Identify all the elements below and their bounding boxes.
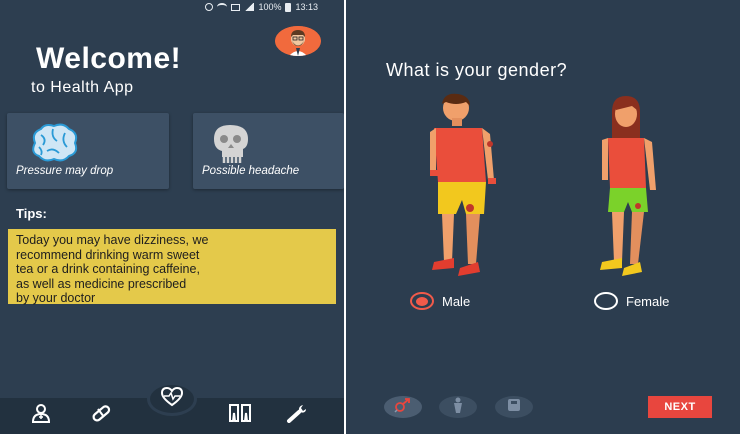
tip-line: by your doctor [16,291,96,305]
heart-pulse-icon [160,386,184,412]
person-icon [452,397,464,418]
notification-icon [231,3,241,11]
step-gender[interactable] [384,396,422,418]
wifi-icon [217,3,228,11]
home-screen: 100% 13:13 Welcome! to Health App Pressu… [0,0,344,434]
male-label: Male [442,293,471,309]
doctor-icon[interactable] [30,403,52,426]
heart-pulse-button[interactable] [147,382,197,416]
gender-icon [392,397,414,418]
avatar[interactable] [275,26,321,56]
step-body[interactable] [439,396,477,418]
tip-line: recommend drinking warm sweet [16,247,200,262]
male-option[interactable]: Male [410,292,470,310]
female-illustration[interactable] [598,94,670,285]
card-headache[interactable]: Possible headache [193,113,344,189]
teeth-icon[interactable] [228,403,252,426]
tip-line: Today you may have dizziness, we [16,233,209,247]
female-radio[interactable] [594,292,618,310]
step-weight[interactable] [495,396,533,418]
tip-line: tea or a drink containing caffeine, [16,262,200,276]
brain-icon [27,121,81,170]
scale-icon [507,398,521,417]
tip-line: as well as medicine prescribed [16,276,187,291]
welcome-subtitle: to Health App [31,79,134,96]
status-bar: 100% 13:13 [0,0,344,14]
battery-percent: 100% [258,2,282,12]
welcome-title: Welcome! [36,42,182,75]
tips-heading: Tips: [16,206,47,221]
tip-box: Today you may have dizziness, we recomme… [8,229,336,305]
male-radio[interactable] [410,292,434,310]
card-pressure[interactable]: Pressure may drop [7,113,169,189]
next-button[interactable]: NEXT [648,396,712,418]
card-label: Possible headache [202,165,300,177]
gender-question: What is your gender? [386,60,568,80]
female-option[interactable]: Female [594,292,669,310]
clock: 13:13 [295,2,318,12]
gender-screen: What is your gender? Male Female NEXT [346,0,740,434]
male-illustration[interactable] [426,92,516,287]
alarm-icon [205,3,214,11]
battery-icon [285,2,292,12]
wrench-icon[interactable] [286,403,310,426]
female-label: Female [626,293,670,309]
card-label: Pressure may drop [16,165,114,177]
signal-icon [244,3,255,11]
pill-icon[interactable] [90,403,112,426]
